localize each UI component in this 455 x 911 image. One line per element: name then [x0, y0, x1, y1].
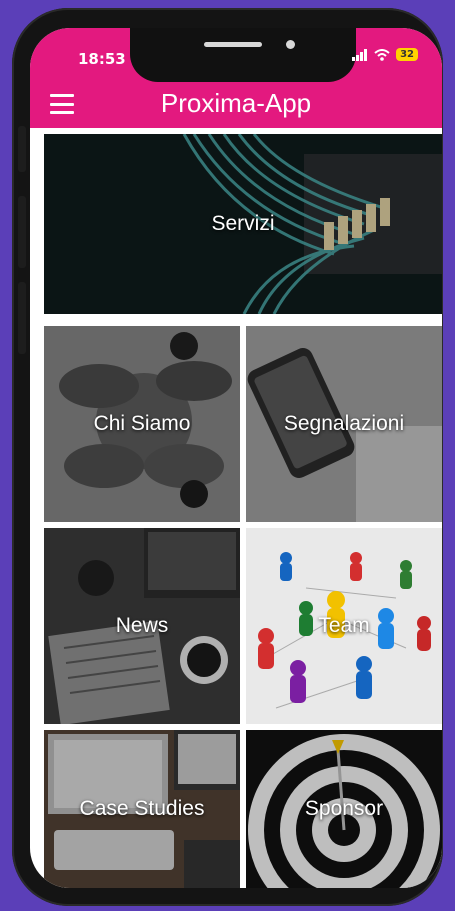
- speaker-icon: [204, 42, 262, 47]
- wifi-icon: [374, 48, 390, 61]
- phone-screen: 18:53 32 Proxima-App Servizi Chi Siamo S…: [30, 28, 442, 888]
- tile-sponsor-label: Sponsor: [304, 797, 384, 820]
- notch: [130, 28, 356, 82]
- signal-icon: [352, 48, 368, 61]
- volume-up-button: [18, 196, 26, 268]
- tile-chi-siamo[interactable]: Chi Siamo: [44, 326, 240, 522]
- tile-chi-siamo-label: Chi Siamo: [93, 412, 191, 435]
- tile-team[interactable]: Team: [246, 528, 442, 724]
- tile-news[interactable]: News: [44, 528, 240, 724]
- tile-case-studies-label: Case Studies: [79, 797, 205, 820]
- tile-case-studies[interactable]: Case Studies: [44, 730, 240, 888]
- mute-switch: [18, 126, 26, 172]
- tile-servizi-label: Servizi: [211, 212, 275, 235]
- tile-sponsor[interactable]: Sponsor: [246, 730, 442, 888]
- status-icons: 32: [352, 48, 418, 61]
- tile-news-label: News: [115, 614, 169, 637]
- tile-segnalazioni-label: Segnalazioni: [283, 412, 405, 435]
- tile-grid: Servizi Chi Siamo Segnalazioni News Team…: [44, 130, 442, 888]
- tile-segnalazioni[interactable]: Segnalazioni: [246, 326, 442, 522]
- app-bar: Proxima-App: [30, 82, 442, 128]
- battery-icon: 32: [396, 48, 418, 61]
- camera-icon: [286, 40, 295, 49]
- volume-down-button: [18, 282, 26, 354]
- status-time: 18:53: [78, 50, 126, 68]
- tile-servizi[interactable]: Servizi: [44, 134, 442, 314]
- app-title: Proxima-App: [160, 88, 312, 118]
- status-bar: 18:53 32: [30, 28, 442, 82]
- tile-team-label: Team: [318, 614, 370, 637]
